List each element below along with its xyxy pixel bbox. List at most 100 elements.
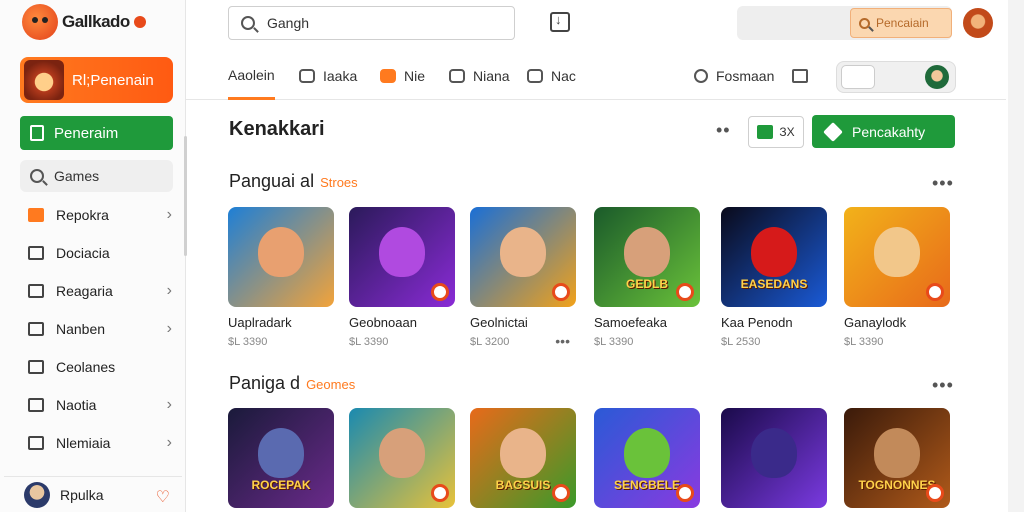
section-subtitle: Stroes bbox=[320, 175, 358, 190]
account-avatar[interactable] bbox=[963, 8, 993, 38]
sidebar-user[interactable]: Rpulka ♡ bbox=[4, 476, 182, 512]
tab-fosmaan[interactable]: Fosmaan bbox=[694, 52, 774, 100]
sidebar-item[interactable]: Dociacia bbox=[20, 234, 180, 272]
view-toggle-b[interactable] bbox=[881, 65, 915, 89]
page-title: Kenakkari bbox=[229, 118, 325, 140]
game-card[interactable] bbox=[349, 408, 457, 508]
tab-aaolein[interactable]: Aaolein bbox=[228, 52, 275, 100]
badge-icon bbox=[552, 484, 570, 502]
sidebar-item[interactable]: Ceolanes bbox=[20, 348, 180, 386]
heart-icon[interactable]: ♡ bbox=[156, 487, 170, 507]
game-thumbnail[interactable]: TOGNONNES bbox=[844, 408, 950, 508]
sidebar-item[interactable]: Nanben › bbox=[20, 310, 180, 348]
chevron-right-icon: › bbox=[166, 396, 172, 413]
game-card[interactable]: Geolnictai $L 3200 ••• bbox=[470, 207, 578, 349]
tab-niana[interactable]: Niana bbox=[449, 52, 510, 100]
game-card[interactable] bbox=[721, 408, 829, 508]
game-thumbnail[interactable]: EASEDANS bbox=[721, 207, 827, 307]
game-card[interactable]: TOGNONNES bbox=[844, 408, 952, 508]
game-card[interactable]: Geobnoaan $L 3390 bbox=[349, 207, 457, 348]
tab-label: Nac bbox=[551, 68, 576, 84]
game-thumbnail[interactable]: GEDLB bbox=[594, 207, 700, 307]
cta-button[interactable]: Pencakahty bbox=[812, 115, 955, 148]
sidebar-search[interactable]: Games bbox=[20, 160, 173, 192]
game-name: Kaa Penodn bbox=[721, 315, 793, 330]
search-input[interactable] bbox=[267, 15, 487, 31]
game-art-title: ROCEPAK bbox=[251, 478, 311, 492]
section-more-icon[interactable]: ••• bbox=[932, 173, 954, 194]
game-thumbnail[interactable]: BAGSUIS bbox=[470, 408, 576, 508]
top-action-button[interactable]: Pencaiain bbox=[850, 8, 952, 38]
sidebar-nav: Repokra › Dociacia Reagaria › Nanben › Ceolanes… bbox=[20, 196, 180, 462]
view-button[interactable]: ЗX bbox=[748, 116, 804, 148]
tab-label: Niana bbox=[473, 68, 510, 84]
game-thumbnail[interactable] bbox=[349, 408, 455, 508]
game-thumbnail[interactable] bbox=[470, 207, 576, 307]
download-icon[interactable] bbox=[550, 12, 570, 32]
game-card[interactable]: ROCEPAK bbox=[228, 408, 336, 508]
character-art bbox=[379, 428, 425, 478]
brand-name: Gallkado bbox=[62, 12, 130, 31]
game-thumbnail[interactable] bbox=[844, 207, 950, 307]
window-icon bbox=[28, 322, 44, 336]
card-more-icon[interactable]: ••• bbox=[555, 333, 570, 349]
tab-nie[interactable]: Nie bbox=[380, 52, 425, 100]
sidebar-item[interactable]: Reagaria › bbox=[20, 272, 180, 310]
character-art bbox=[258, 428, 304, 478]
sidebar-item[interactable]: Nlemiaia › bbox=[20, 424, 180, 462]
primary-sidebar-button[interactable]: Peneraim bbox=[20, 116, 173, 150]
game-thumbnail[interactable] bbox=[721, 408, 827, 508]
search-icon bbox=[859, 17, 870, 29]
game-name: Uaplradark bbox=[228, 315, 292, 330]
book-icon[interactable] bbox=[792, 69, 808, 83]
badge-icon bbox=[676, 484, 694, 502]
image-icon bbox=[527, 69, 543, 83]
game-name: Ganaylodk bbox=[844, 315, 907, 330]
game-card[interactable]: SENGBELE bbox=[594, 408, 702, 508]
view-toggle-avatar[interactable] bbox=[925, 65, 949, 89]
character-art bbox=[624, 227, 670, 277]
game-card[interactable]: BAGSUIS bbox=[470, 408, 578, 508]
tab-nac[interactable]: Nac bbox=[527, 52, 576, 100]
game-price: $L 3390 bbox=[228, 336, 268, 348]
game-card[interactable]: GEDLB Samoefeaka $L 3390 bbox=[594, 207, 702, 348]
document-icon bbox=[30, 125, 44, 141]
game-price: $L 3390 bbox=[844, 336, 884, 348]
game-card[interactable]: Ganaylodk $L 3390 bbox=[844, 207, 952, 348]
character-art bbox=[624, 428, 670, 478]
sidebar-item-label: Dociacia bbox=[56, 245, 110, 261]
sidebar-item[interactable]: Repokra › bbox=[20, 196, 180, 234]
section-subtitle: Geomes bbox=[306, 377, 356, 392]
section-more-icon[interactable]: ••• bbox=[932, 375, 954, 396]
profile-button[interactable]: Rl;Penenain bbox=[20, 57, 173, 103]
mail-icon bbox=[28, 246, 44, 260]
tab-iaaka[interactable]: Iaaka bbox=[299, 52, 357, 100]
game-card[interactable]: Uaplradark $L 3390 bbox=[228, 207, 336, 348]
sidebar-scrollbar[interactable] bbox=[184, 136, 187, 256]
badge-icon bbox=[431, 484, 449, 502]
game-name: Samoefeaka bbox=[594, 315, 667, 330]
sidebar-search-label: Games bbox=[54, 168, 100, 184]
tab-right-label: Fosmaan bbox=[716, 68, 775, 84]
profile-label: Rl;Penenain bbox=[72, 71, 154, 89]
top-search[interactable] bbox=[228, 6, 515, 40]
more-options-icon[interactable]: •• bbox=[716, 120, 731, 141]
game-thumbnail[interactable] bbox=[228, 207, 334, 307]
badge-icon bbox=[431, 283, 449, 301]
section-title-text: Paniga d bbox=[229, 373, 301, 393]
search-icon bbox=[30, 169, 44, 183]
tag-icon bbox=[449, 69, 465, 83]
sidebar-item[interactable]: Naotia › bbox=[20, 386, 180, 424]
brand-logo[interactable]: Gallkado bbox=[22, 4, 146, 40]
game-name: Geobnoaan bbox=[349, 315, 417, 330]
page-scrollbar[interactable] bbox=[1008, 0, 1024, 512]
section-title-text: Panguai al bbox=[229, 171, 315, 191]
chevron-right-icon: › bbox=[166, 206, 172, 223]
game-card[interactable]: EASEDANS Kaa Penodn $L 2530 bbox=[721, 207, 829, 348]
game-price: $L 3390 bbox=[349, 336, 389, 348]
section-title-2: Paniga d Geomes bbox=[229, 373, 355, 394]
game-thumbnail[interactable]: SENGBELE bbox=[594, 408, 700, 508]
view-toggle-a[interactable] bbox=[841, 65, 875, 89]
game-thumbnail[interactable]: ROCEPAK bbox=[228, 408, 334, 508]
game-thumbnail[interactable] bbox=[349, 207, 455, 307]
